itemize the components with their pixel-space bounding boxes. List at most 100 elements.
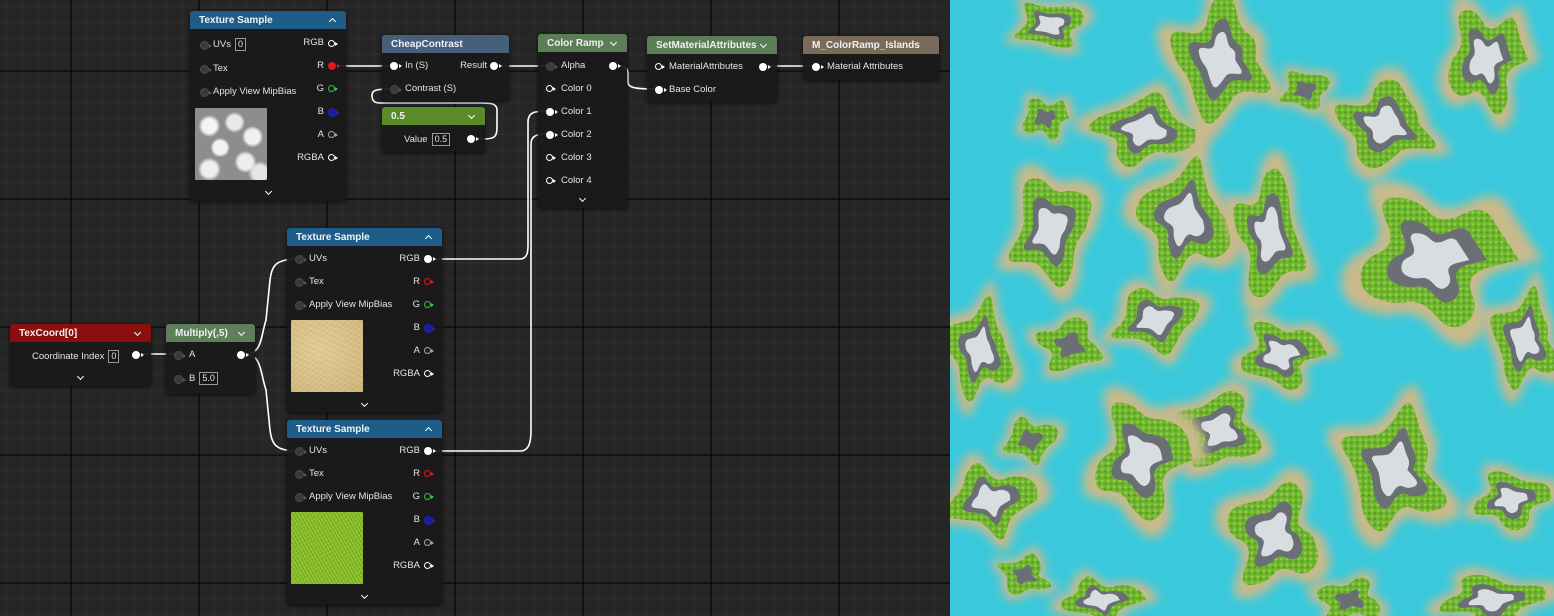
material-attributes-label: MaterialAttributes [669, 61, 743, 72]
node-header[interactable]: 0.5 [382, 107, 485, 125]
multiply-output-pin[interactable] [237, 351, 249, 359]
chevron-up-icon[interactable] [424, 425, 433, 434]
node-header[interactable]: CheapContrast [382, 35, 509, 53]
uvs-value-field[interactable]: 0 [234, 38, 246, 51]
chevron-down-icon[interactable] [237, 329, 246, 338]
rgb-output-pin[interactable] [424, 447, 436, 455]
r-output-pin[interactable] [424, 470, 434, 477]
a-output-pin[interactable] [424, 347, 434, 354]
material-attributes-input-pin[interactable] [655, 63, 665, 70]
node-header[interactable]: M_ColorRamp_Islands [803, 36, 939, 54]
uvs-label: UVs [213, 39, 231, 50]
chevron-up-icon[interactable] [328, 16, 337, 25]
value-output-pin[interactable] [467, 135, 479, 143]
tex-input-pin[interactable] [295, 278, 307, 287]
tex-input-pin[interactable] [295, 470, 307, 479]
b-output-pin[interactable] [424, 516, 436, 525]
r-output-label: R [317, 60, 324, 71]
alpha-output-pin[interactable] [609, 62, 621, 70]
set-material-attributes-node[interactable]: SetMaterialAttributes MaterialAttributes… [647, 36, 777, 102]
node-header[interactable]: Texture Sample [190, 11, 346, 29]
mipbias-label: Apply View MipBias [309, 299, 393, 310]
a-input-pin[interactable] [174, 351, 186, 360]
r-output-pin[interactable] [424, 278, 434, 285]
a-output-label: A [413, 537, 420, 548]
chevron-down-icon[interactable] [360, 592, 369, 601]
chevron-down-icon[interactable] [76, 373, 85, 382]
mipbias-input-pin[interactable] [295, 493, 307, 502]
multiply-node[interactable]: Multiply(,5) A B 5.0 [166, 324, 255, 394]
b-output-label: B [317, 106, 324, 117]
color3-input-pin[interactable] [546, 154, 556, 161]
node-header[interactable]: Color Ramp [538, 34, 627, 52]
texcoord-output-pin[interactable] [132, 351, 144, 359]
material-preview-viewport[interactable] [950, 0, 1554, 616]
mipbias-label: Apply View MipBias [309, 491, 393, 502]
rgb-output-label: RGB [303, 37, 324, 48]
contrast-input-pin[interactable] [390, 85, 402, 94]
base-color-label: Base Color [669, 84, 716, 95]
b-value-field[interactable]: 5.0 [199, 372, 218, 385]
mipbias-input-pin[interactable] [295, 301, 307, 310]
uvs-input-pin[interactable] [295, 255, 307, 264]
chevron-up-icon[interactable] [424, 233, 433, 242]
cheap-contrast-node[interactable]: CheapContrast In (S) Result Contrast (S) [382, 35, 509, 101]
chevron-down-icon[interactable] [360, 400, 369, 409]
node-header[interactable]: Multiply(,5) [166, 324, 255, 342]
color0-input-pin[interactable] [546, 85, 556, 92]
rgba-output-pin[interactable] [424, 370, 434, 377]
node-header[interactable]: TexCoord[0] [10, 324, 151, 342]
mipbias-input-pin[interactable] [200, 88, 212, 97]
chevron-down-icon[interactable] [133, 329, 142, 338]
b-output-pin[interactable] [328, 108, 340, 117]
in-input-pin[interactable] [390, 62, 402, 70]
color2-input-pin[interactable] [546, 131, 558, 139]
alpha-input-pin[interactable] [546, 62, 558, 71]
material-attributes-input-pin[interactable] [812, 63, 824, 71]
uvs-label: UVs [309, 253, 327, 264]
b-input-pin[interactable] [174, 375, 186, 384]
texture-sample-node-top[interactable]: Texture Sample UVs 0 Tex Apply View MipBi… [190, 11, 346, 201]
rgba-output-pin[interactable] [424, 562, 434, 569]
material-graph-canvas[interactable]: Texture Sample UVs 0 Tex Apply View MipBi… [0, 0, 950, 616]
coordinate-index-field[interactable]: 0 [108, 350, 120, 363]
rgb-output-pin[interactable] [328, 40, 338, 47]
value-field[interactable]: 0.5 [431, 133, 451, 146]
uvs-input-pin[interactable] [200, 41, 212, 50]
g-output-pin[interactable] [328, 85, 338, 92]
node-title: CheapContrast [391, 38, 463, 50]
g-output-pin[interactable] [424, 493, 434, 500]
constant-node[interactable]: 0.5 Value 0.5 [382, 107, 485, 152]
chevron-down-icon[interactable] [759, 41, 768, 50]
rgba-output-label: RGBA [297, 152, 324, 163]
rgba-output-label: RGBA [393, 560, 420, 571]
a-output-pin[interactable] [328, 131, 338, 138]
material-attributes-output-pin[interactable] [759, 63, 771, 71]
node-header[interactable]: SetMaterialAttributes [647, 36, 777, 54]
a-output-pin[interactable] [424, 539, 434, 546]
chevron-down-icon[interactable] [578, 195, 587, 204]
texcoord-node[interactable]: TexCoord[0] Coordinate Index 0 [10, 324, 151, 386]
mipbias-label: Apply View MipBias [213, 86, 297, 97]
color1-input-pin[interactable] [546, 108, 558, 116]
tex-input-pin[interactable] [200, 65, 212, 74]
alpha-label: Alpha [561, 60, 586, 71]
color4-input-pin[interactable] [546, 177, 556, 184]
node-header[interactable]: Texture Sample [287, 228, 442, 246]
base-color-input-pin[interactable] [655, 86, 667, 94]
node-header[interactable]: Texture Sample [287, 420, 442, 438]
color-ramp-node[interactable]: Color Ramp Alpha Color 0 Color 1 Color 2… [538, 34, 627, 208]
result-output-pin[interactable] [490, 62, 502, 70]
rgb-output-pin[interactable] [424, 255, 436, 263]
chevron-down-icon[interactable] [264, 188, 273, 197]
r-output-pin[interactable] [328, 62, 340, 70]
chevron-down-icon[interactable] [467, 112, 476, 121]
texture-sample-node-sand[interactable]: Texture Sample UVs Tex Apply View MipBia… [287, 228, 442, 413]
g-output-pin[interactable] [424, 301, 434, 308]
b-output-pin[interactable] [424, 324, 436, 333]
uvs-input-pin[interactable] [295, 447, 307, 456]
rgba-output-pin[interactable] [328, 154, 338, 161]
texture-sample-node-grass[interactable]: Texture Sample UVs Tex Apply View MipBia… [287, 420, 442, 605]
material-output-node[interactable]: M_ColorRamp_Islands Material Attributes [803, 36, 939, 80]
chevron-down-icon[interactable] [609, 39, 618, 48]
